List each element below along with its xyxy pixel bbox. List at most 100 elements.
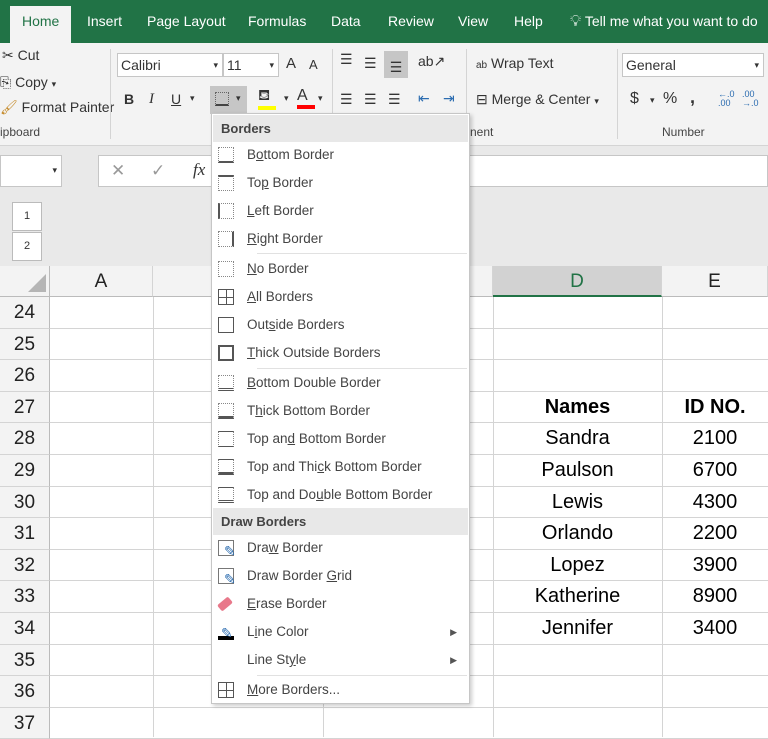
underline-button[interactable]: U — [171, 91, 181, 107]
table-cell[interactable]: Sandra — [493, 423, 662, 454]
row-header-34[interactable]: 34 — [0, 613, 50, 645]
tab-formulas[interactable]: Formulas — [248, 0, 306, 43]
copy-button[interactable]: ⎘ Copy ▾ — [0, 74, 56, 91]
font-color-dropdown[interactable]: ▾ — [318, 93, 323, 104]
tab-home[interactable]: Home — [10, 6, 72, 43]
font-color-button[interactable]: A — [297, 87, 315, 109]
decrease-indent-button[interactable]: ⇤ — [418, 90, 430, 107]
tell-me-search[interactable]: 💡︎ Tell me what you want to do — [570, 0, 758, 43]
table-cell[interactable]: 3900 — [662, 550, 768, 581]
tab-review[interactable]: Review — [388, 0, 434, 43]
orientation-button[interactable]: ab↗ — [418, 53, 445, 70]
row-header-26[interactable]: 26 — [0, 360, 50, 392]
menu-item-all-borders[interactable]: All Borders — [212, 283, 469, 311]
menu-item-no-border[interactable]: No Border — [212, 255, 469, 283]
fill-color-dropdown[interactable]: ▾ — [284, 93, 289, 104]
row-header-27[interactable]: 27 — [0, 392, 50, 423]
column-header-D[interactable]: D — [493, 266, 662, 297]
bold-button[interactable]: B — [124, 91, 134, 107]
menu-item-line-color[interactable]: ✎ Line Color ▶ — [212, 618, 469, 646]
table-cell[interactable]: Jennifer — [493, 613, 662, 644]
row-header-37[interactable]: 37 — [0, 708, 50, 739]
grow-font-button[interactable]: A — [286, 55, 296, 72]
format-painter-button[interactable]: 🖌︎ Format Painter — [0, 99, 114, 116]
font-size-select[interactable]: 11 ▾ — [223, 53, 279, 77]
row-header-35[interactable]: 35 — [0, 645, 50, 676]
menu-item-draw-border-grid[interactable]: ✎ Draw Border Grid — [212, 562, 469, 590]
table-cell[interactable]: Paulson — [493, 455, 662, 486]
menu-item-top-and-double-bottom-border[interactable]: Top and Double Bottom Border — [212, 481, 469, 509]
menu-item-thick-bottom-border[interactable]: Thick Bottom Border — [212, 397, 469, 425]
row-header-25[interactable]: 25 — [0, 329, 50, 360]
percent-button[interactable]: % — [663, 90, 677, 108]
row-header-32[interactable]: 32 — [0, 550, 50, 581]
increase-indent-button[interactable]: ⇥ — [443, 90, 455, 107]
fx-icon[interactable]: fx — [193, 160, 205, 180]
table-cell[interactable]: Orlando — [493, 518, 662, 549]
menu-item-label: Top and Thick Bottom Border — [247, 459, 422, 474]
menu-item-top-and-thick-bottom-border[interactable]: Top and Thick Bottom Border — [212, 453, 469, 481]
table-cell[interactable]: 6700 — [662, 455, 768, 486]
menu-item-line-style[interactable]: Line Style ▶ — [212, 646, 469, 674]
font-name-select[interactable]: Calibri ▾ — [117, 53, 223, 77]
name-box[interactable]: ▾ — [0, 155, 62, 187]
top-align-button[interactable]: ☰ — [340, 51, 353, 68]
menu-item-draw-border[interactable]: ✎ Draw Border — [212, 534, 469, 562]
borders-button[interactable]: ▾ — [210, 86, 247, 114]
menu-item-erase-border[interactable]: Erase Border — [212, 590, 469, 618]
row-header-24[interactable]: 24 — [0, 297, 50, 329]
tab-page-layout[interactable]: Page Layout — [147, 0, 226, 43]
menu-item-more-borders[interactable]: More Borders... — [212, 676, 469, 704]
table-cell[interactable]: Lopez — [493, 550, 662, 581]
row-header-29[interactable]: 29 — [0, 455, 50, 487]
fill-color-button[interactable]: ⛾ — [258, 87, 276, 110]
align-left-button[interactable]: ☰ — [340, 91, 353, 108]
table-cell[interactable]: Lewis — [493, 487, 662, 518]
merge-center-button[interactable]: ⊟ Merge & Center ▾ — [476, 91, 599, 108]
currency-button[interactable]: $ — [630, 90, 639, 108]
menu-item-bottom-border[interactable]: Bottom Border — [212, 141, 469, 169]
tab-view[interactable]: View — [458, 0, 488, 43]
table-cell[interactable]: 2100 — [662, 423, 768, 454]
menu-item-top-border[interactable]: Top Border — [212, 169, 469, 197]
menu-item-right-border[interactable]: Right Border — [212, 225, 469, 253]
table-cell[interactable]: 8900 — [662, 581, 768, 612]
row-header-33[interactable]: 33 — [0, 581, 50, 613]
row-header-30[interactable]: 30 — [0, 487, 50, 518]
table-cell[interactable]: 3400 — [662, 613, 768, 644]
menu-item-left-border[interactable]: Left Border — [212, 197, 469, 225]
underline-dropdown[interactable]: ▾ — [190, 93, 195, 104]
menu-item-outside-borders[interactable]: Outside Borders — [212, 311, 469, 339]
menu-item-top-and-bottom-border[interactable]: Top and Bottom Border — [212, 425, 469, 453]
column-header-A[interactable]: A — [50, 266, 153, 297]
row-header-28[interactable]: 28 — [0, 423, 50, 455]
row-header-31[interactable]: 31 — [0, 518, 50, 550]
menu-item-bottom-double-border[interactable]: Bottom Double Border — [212, 369, 469, 397]
comma-button[interactable]: , — [690, 87, 695, 108]
table-cell[interactable]: 2200 — [662, 518, 768, 549]
increase-decimal-button[interactable]: ←.0.00 — [718, 90, 735, 108]
bottom-align-button[interactable]: ☰ — [384, 51, 408, 78]
column-header-E[interactable]: E — [662, 266, 768, 297]
table-cell[interactable]: 4300 — [662, 487, 768, 518]
tab-data[interactable]: Data — [331, 0, 361, 43]
middle-align-button[interactable]: ☰ — [364, 55, 377, 72]
number-format-select[interactable]: General ▾ — [622, 53, 764, 77]
enter-icon[interactable]: ✓ — [151, 161, 165, 181]
currency-dropdown[interactable]: ▾ — [650, 95, 655, 106]
outline-level-2-button[interactable]: 2 — [12, 232, 42, 261]
shrink-font-button[interactable]: A — [309, 57, 318, 72]
outline-level-1-button[interactable]: 1 — [12, 202, 42, 231]
table-cell[interactable]: Katherine — [493, 581, 662, 612]
wrap-text-button[interactable]: ab Wrap Text — [476, 55, 554, 71]
tab-help[interactable]: Help — [514, 0, 543, 43]
italic-button[interactable]: I — [149, 91, 154, 108]
menu-item-thick-outside-borders[interactable]: Thick Outside Borders — [212, 339, 469, 367]
cut-button[interactable]: ✂ Cut — [2, 47, 39, 64]
row-header-36[interactable]: 36 — [0, 676, 50, 708]
decrease-decimal-button[interactable]: .00 →.0 — [742, 90, 759, 108]
align-center-button[interactable]: ☰ — [364, 91, 377, 108]
align-right-button[interactable]: ☰ — [388, 91, 401, 108]
cancel-icon[interactable]: ✕ — [111, 161, 125, 181]
tab-insert[interactable]: Insert — [87, 0, 122, 43]
